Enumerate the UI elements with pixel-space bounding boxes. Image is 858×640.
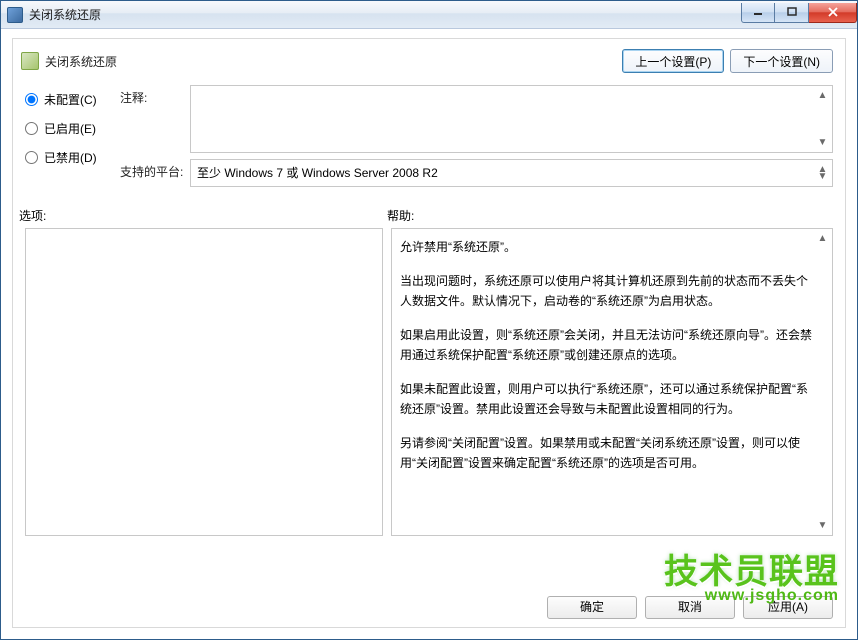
policy-icon [21,52,39,70]
options-label: 选项: [17,207,387,224]
watermark-text: 技术员联盟 [664,544,839,593]
next-setting-button[interactable]: 下一个设置(N) [730,49,833,73]
help-text: 如果未配置此设置，则用户可以执行“系统还原”，还可以通过系统保护配置“系统还原”… [400,379,812,419]
ok-button[interactable]: 确定 [547,596,637,619]
help-text: 如果启用此设置，则“系统还原”会关闭，并且无法访问“系统还原向导”。还会禁用通过… [400,325,812,365]
comment-textarea[interactable]: ▲ ▼ [190,85,833,153]
help-text: 允许禁用“系统还原”。 [400,237,812,257]
policy-title: 关闭系统还原 [45,53,117,70]
radio-enabled-input[interactable] [25,122,38,135]
comment-row: 注释: ▲ ▼ [120,85,833,153]
minimize-button[interactable] [741,3,775,23]
maximize-button[interactable] [775,3,809,23]
comment-label: 注释: [120,85,190,153]
options-pane [25,228,383,536]
platform-textarea[interactable]: 至少 Windows 7 或 Windows Server 2008 R2 ▲ … [190,159,833,187]
inner-frame: 关闭系统还原 上一个设置(P) 下一个设置(N) 未配置(C) 已启用(E) [12,38,846,628]
platform-label: 支持的平台: [120,159,190,187]
window-buttons [741,7,857,23]
split-labels: 选项: 帮助: [13,193,845,228]
scroll-down-icon[interactable]: ▼ [815,169,830,184]
close-button[interactable] [809,3,857,23]
help-text: 当出现问题时，系统还原可以使用户将其计算机还原到先前的状态而不丢失个人数据文件。… [400,271,812,311]
radio-enabled-label[interactable]: 已启用(E) [44,120,96,137]
fields-column: 注释: ▲ ▼ 支持的平台: 至少 Windows 7 或 Windows Se… [120,85,833,193]
help-text: 另请参阅“关闭配置”设置。如果禁用或未配置“关闭系统还原”设置，则可以使用“关闭… [400,433,812,473]
split-panes: 允许禁用“系统还原”。 当出现问题时，系统还原可以使用户将其计算机还原到先前的状… [13,228,845,536]
radio-enabled[interactable]: 已启用(E) [25,120,120,137]
dialog-button-row: 确定 取消 应用(A) [547,596,833,619]
client-area: 关闭系统还原 上一个设置(P) 下一个设置(N) 未配置(C) 已启用(E) [2,30,856,638]
platform-value: 至少 Windows 7 或 Windows Server 2008 R2 [197,166,438,180]
apply-button[interactable]: 应用(A) [743,596,833,619]
body-row: 未配置(C) 已启用(E) 已禁用(D) 注释: ▲ [13,81,845,193]
radio-not-configured[interactable]: 未配置(C) [25,91,120,108]
radio-not-configured-label[interactable]: 未配置(C) [44,91,97,108]
previous-setting-button[interactable]: 上一个设置(P) [622,49,724,73]
radio-disabled-label[interactable]: 已禁用(D) [44,149,97,166]
scroll-down-icon[interactable]: ▼ [815,135,830,150]
scroll-down-icon[interactable]: ▼ [815,518,830,533]
scroll-up-icon[interactable]: ▲ [815,231,830,246]
platform-row: 支持的平台: 至少 Windows 7 或 Windows Server 200… [120,159,833,187]
state-radio-group: 未配置(C) 已启用(E) 已禁用(D) [25,85,120,193]
radio-disabled[interactable]: 已禁用(D) [25,149,120,166]
window-frame: 关闭系统还原 关闭系统还原 上一个设置(P) 下一个设置(N) [0,0,858,640]
help-pane: 允许禁用“系统还原”。 当出现问题时，系统还原可以使用户将其计算机还原到先前的状… [391,228,833,536]
help-label: 帮助: [387,207,414,224]
radio-disabled-input[interactable] [25,151,38,164]
radio-not-configured-input[interactable] [25,93,38,106]
header-row: 关闭系统还原 上一个设置(P) 下一个设置(N) [13,39,845,81]
titlebar[interactable]: 关闭系统还原 [1,1,857,29]
app-icon [7,7,23,23]
window-title: 关闭系统还原 [29,6,101,23]
cancel-button[interactable]: 取消 [645,596,735,619]
scroll-up-icon[interactable]: ▲ [815,88,830,103]
